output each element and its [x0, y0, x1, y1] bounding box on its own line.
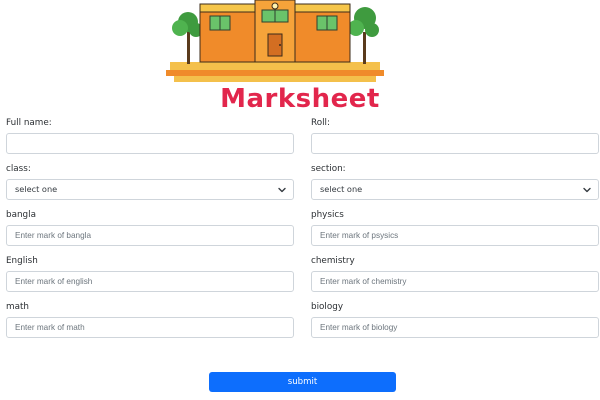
marksheet-form: Full name: Roll: class: select one secti… [0, 116, 600, 366]
chemistry-mark-input[interactable] [311, 271, 599, 292]
bangla-mark-input[interactable] [6, 225, 294, 246]
section-label: section: [311, 164, 346, 174]
page-title: Marksheet [220, 84, 380, 114]
biology-mark-input[interactable] [311, 317, 599, 338]
roll-label: Roll: [311, 118, 330, 128]
english-mark-input[interactable] [6, 271, 294, 292]
chevron-down-icon [583, 187, 591, 193]
class-label: class: [6, 164, 31, 174]
full-name-input[interactable] [6, 133, 294, 154]
submit-button[interactable]: submit [209, 372, 396, 392]
math-mark-input[interactable] [6, 317, 294, 338]
class-select[interactable]: select one [6, 179, 294, 200]
physics-label: physics [311, 210, 344, 220]
chemistry-label: chemistry [311, 256, 355, 266]
school-building-illustration [160, 0, 390, 86]
roll-input[interactable] [311, 133, 599, 154]
english-label: English [6, 256, 38, 266]
marksheet-page: Marksheet Full name: Roll: class: select… [0, 0, 600, 400]
section-select[interactable]: select one [311, 179, 599, 200]
section-select-value: select one [320, 184, 363, 194]
math-label: math [6, 302, 29, 312]
class-select-value: select one [15, 184, 58, 194]
school-building-icon [166, 0, 384, 82]
bangla-label: bangla [6, 210, 36, 220]
full-name-label: Full name: [6, 118, 52, 128]
biology-label: biology [311, 302, 344, 312]
physics-mark-input[interactable] [311, 225, 599, 246]
chevron-down-icon [278, 187, 286, 193]
